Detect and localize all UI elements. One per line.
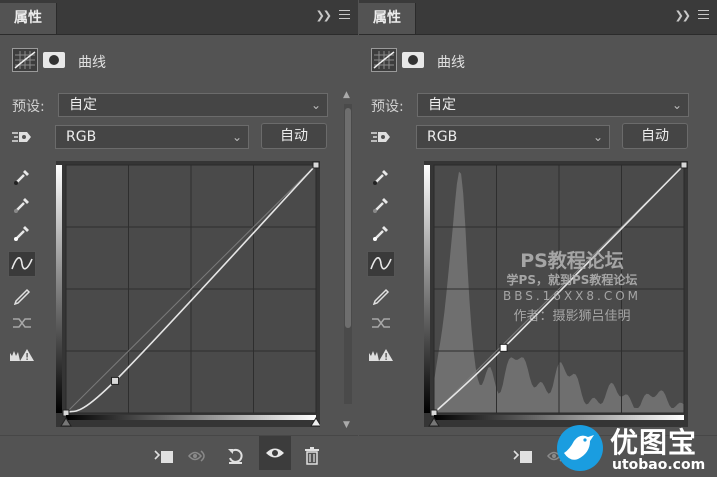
preset-label: 预设: (371, 99, 404, 115)
smooth-icon[interactable] (8, 310, 36, 336)
brand-name: 优图宝 (610, 426, 698, 459)
target-adjust-icon[interactable] (8, 124, 36, 150)
auto-button[interactable]: 自动 (622, 123, 688, 149)
eyedropper-gray-icon[interactable] (8, 192, 36, 218)
chevron-down-icon: ⌄ (310, 98, 321, 112)
curve-points-icon[interactable] (8, 251, 36, 277)
channel-value: RGB (427, 129, 458, 145)
watermark-url: BBS.16XX8.COM (502, 289, 642, 303)
curves-adjustment-icon (12, 48, 38, 72)
curve-control-point (312, 161, 320, 169)
preset-label: 预设: (12, 99, 45, 115)
chevron-down-icon: ⌄ (231, 130, 242, 144)
properties-panel-right: 属性 ❯❯ 曲线 预设: 自定 ⌄ RGB ⌄ 自动 PS教程论坛 学PS，就到… (359, 0, 717, 477)
curve-points-icon[interactable] (367, 251, 395, 277)
tab-properties[interactable]: 属性 (0, 3, 57, 34)
brand-logo: 优图宝 utobao.com (554, 419, 717, 477)
view-previous-icon[interactable] (188, 444, 212, 468)
output-gradient-strip (424, 165, 430, 413)
curve-graph[interactable] (56, 161, 320, 427)
preset-dropdown[interactable]: 自定 ⌄ (417, 93, 689, 117)
mask-icon[interactable] (402, 52, 424, 68)
eyedropper-gray-icon[interactable] (367, 192, 395, 218)
curve-control-point (680, 161, 688, 169)
eyedropper-black-icon[interactable] (367, 164, 395, 190)
preset-value: 自定 (428, 97, 456, 113)
panel-titlebar: 属性 ❯❯ (359, 0, 717, 35)
collapse-icon[interactable]: ❯❯ (675, 9, 692, 22)
eyedropper-white-icon[interactable] (367, 220, 395, 246)
target-adjust-icon[interactable] (367, 124, 395, 150)
watermark-subtitle: 学PS，就到PS教程论坛 (506, 273, 638, 287)
brand-url: utobao.com (612, 457, 706, 473)
panel-scrollbar[interactable]: ▲ ▼ (342, 90, 354, 430)
adjustment-title: 曲线 (78, 55, 106, 71)
panel-menu-icon[interactable] (698, 10, 709, 21)
channel-value: RGB (66, 129, 97, 145)
chevron-down-icon: ⌄ (671, 98, 682, 112)
tab-properties[interactable]: 属性 (359, 3, 416, 34)
curve-control-point (499, 343, 508, 352)
auto-button[interactable]: 自动 (261, 123, 327, 149)
scroll-down-icon[interactable]: ▼ (343, 420, 350, 430)
reset-icon[interactable] (224, 444, 248, 468)
clipping-warning-icon[interactable] (8, 342, 36, 368)
pencil-icon[interactable] (8, 282, 36, 308)
input-gradient-strip (66, 415, 316, 420)
adjustment-title: 曲线 (437, 55, 465, 71)
trash-icon[interactable] (300, 444, 324, 468)
properties-panel-left: 属性 ❯❯ 曲线 预设: 自定 ⌄ RGB ⌄ 自动 ▲ ▼ (0, 0, 358, 477)
panel-footer (0, 435, 358, 477)
smooth-icon[interactable] (367, 310, 395, 336)
output-gradient-strip (56, 165, 62, 413)
eyedropper-black-icon[interactable] (8, 164, 36, 190)
mask-icon[interactable] (43, 52, 65, 68)
channel-dropdown[interactable]: RGB ⌄ (55, 125, 249, 149)
scroll-up-icon[interactable]: ▲ (343, 90, 350, 100)
clipping-warning-icon[interactable] (367, 342, 395, 368)
chevron-down-icon: ⌄ (592, 130, 603, 144)
preset-dropdown[interactable]: 自定 ⌄ (58, 93, 328, 117)
panel-titlebar: 属性 ❯❯ (0, 0, 358, 35)
preset-value: 自定 (69, 97, 97, 113)
collapse-icon[interactable]: ❯❯ (316, 9, 333, 22)
eyedropper-white-icon[interactable] (8, 220, 36, 246)
scroll-thumb[interactable] (345, 108, 351, 328)
clip-to-layer-icon[interactable] (152, 444, 176, 468)
visibility-eye-icon[interactable] (259, 436, 291, 470)
panel-menu-icon[interactable] (339, 10, 350, 21)
curve-control-point (111, 376, 120, 385)
channel-dropdown[interactable]: RGB ⌄ (416, 125, 610, 149)
clip-to-layer-icon[interactable] (511, 444, 535, 468)
scroll-track[interactable] (344, 104, 352, 404)
curves-adjustment-icon (371, 48, 397, 72)
watermark-title: PS教程论坛 (520, 250, 624, 272)
watermark-author: 作者：摄影狮吕佳明 (513, 309, 631, 324)
pencil-icon[interactable] (367, 282, 395, 308)
